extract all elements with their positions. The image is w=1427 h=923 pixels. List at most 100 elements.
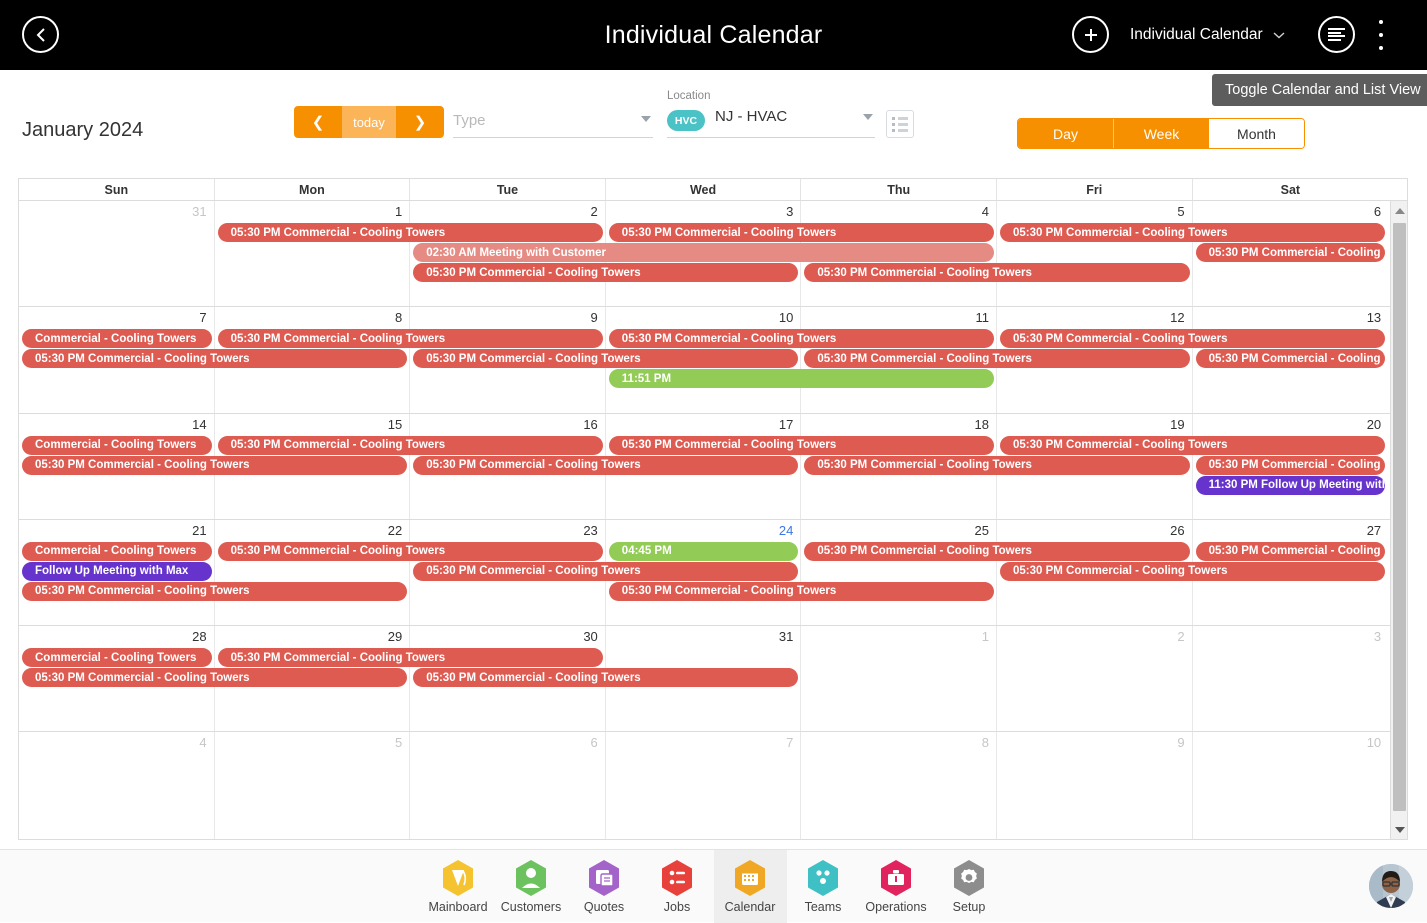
calendar-event[interactable]: 05:30 PM Commercial - Cooling Towers xyxy=(1195,243,1386,262)
calendar-event[interactable]: 05:30 PM Commercial - Cooling Towers xyxy=(22,455,408,475)
day-number: 13 xyxy=(1366,310,1382,326)
teams-icon xyxy=(806,859,840,897)
date-navigation-group: ❮ today ❯ xyxy=(294,106,444,138)
plus-icon xyxy=(1084,28,1097,41)
scrollbar-thumb[interactable] xyxy=(1393,223,1406,811)
calendar-event[interactable]: 05:30 PM Commercial - Cooling Towers xyxy=(608,581,994,601)
next-period-button[interactable]: ❯ xyxy=(396,106,444,138)
scroll-up-arrow[interactable] xyxy=(1391,201,1407,221)
nav-item-customers[interactable]: Customers xyxy=(495,850,568,923)
prev-period-button[interactable]: ❮ xyxy=(294,106,342,138)
mainboard-icon xyxy=(441,859,475,897)
calendar-event[interactable]: 05:30 PM Commercial - Cooling Towers xyxy=(217,541,603,561)
nav-item-jobs[interactable]: Jobs xyxy=(641,850,714,923)
nav-item-calendar[interactable]: Calendar xyxy=(713,849,787,923)
add-event-button[interactable] xyxy=(1072,16,1109,53)
calendar-event[interactable]: 05:30 PM Commercial - Cooling Towers xyxy=(804,541,1190,561)
calendar-event[interactable]: 05:30 PM Commercial - Cooling Towers xyxy=(413,561,799,581)
calendar-event[interactable]: 05:30 PM Commercial - Cooling Towers xyxy=(217,648,603,668)
calendar-event[interactable]: 05:30 PM Commercial - Cooling Towers xyxy=(413,263,799,282)
calendar-event[interactable]: 02:30 AM Meeting with Customer xyxy=(413,243,994,262)
day-number: 3 xyxy=(1373,629,1382,645)
nav-item-quotes[interactable]: Quotes xyxy=(568,850,641,923)
calendar-event[interactable]: 05:30 PM Commercial - Cooling Towers xyxy=(1195,455,1386,475)
day-number: 31 xyxy=(192,204,207,219)
day-number: 10 xyxy=(1366,735,1382,751)
day-number: 11 xyxy=(975,310,989,326)
day-number: 1 xyxy=(394,204,403,219)
calendar-event[interactable]: 05:30 PM Commercial - Cooling Towers xyxy=(608,329,994,349)
calendar-event[interactable]: Commercial - Cooling Towers xyxy=(22,648,212,668)
back-button[interactable] xyxy=(22,16,59,53)
calendar-selector[interactable]: Individual Calendar xyxy=(1130,23,1285,47)
view-month-button[interactable]: Month xyxy=(1209,119,1304,148)
type-filter[interactable]: Type xyxy=(453,108,653,138)
calendar-event[interactable]: 05:30 PM Commercial - Cooling Towers xyxy=(413,349,799,369)
day-number: 26 xyxy=(1170,522,1185,538)
nav-item-operations[interactable]: Operations xyxy=(860,850,933,923)
calendar-event[interactable]: 05:30 PM Commercial - Cooling Towers xyxy=(1000,561,1386,581)
weekday-header-tue: Tue xyxy=(410,179,606,200)
day-number: 5 xyxy=(394,735,403,751)
calendar-event[interactable]: Commercial - Cooling Towers xyxy=(22,435,212,455)
calendar-scrollbar[interactable] xyxy=(1390,201,1407,839)
nav-item-mainboard[interactable]: Mainboard xyxy=(422,850,495,923)
weekday-header-row: Sun Mon Tue Wed Thu Fri Sat xyxy=(19,179,1407,201)
calendar-event[interactable]: 05:30 PM Commercial - Cooling Towers xyxy=(22,668,408,688)
calendar-event[interactable]: 05:30 PM Commercial - Cooling Towers xyxy=(804,349,1190,369)
day-number: 27 xyxy=(1366,522,1382,538)
calendar-event[interactable]: Commercial - Cooling Towers xyxy=(22,329,212,349)
calendar-event[interactable]: 05:30 PM Commercial - Cooling Towers xyxy=(413,455,799,475)
chevron-down-icon xyxy=(863,114,873,120)
day-number: 23 xyxy=(583,522,598,538)
hamburger-icon xyxy=(1328,27,1345,43)
nav-item-setup[interactable]: Setup xyxy=(933,850,1006,923)
calendar-event[interactable]: 05:30 PM Commercial - Cooling Towers xyxy=(22,349,408,369)
calendar-event[interactable]: 05:30 PM Commercial - Cooling Towers xyxy=(804,455,1190,475)
event-layer: Commercial - Cooling Towers 05:30 PM Comm… xyxy=(19,541,1407,626)
calendar-event[interactable]: 05:30 PM Commercial - Cooling Towers xyxy=(217,223,603,242)
calendar-event[interactable]: 05:30 PM Commercial - Cooling Towers xyxy=(22,581,408,601)
calendar-event[interactable]: Follow Up Meeting with Max xyxy=(22,561,212,581)
calendar-event[interactable]: 05:30 PM Commercial - Cooling Towers xyxy=(1195,349,1386,369)
calendar-event[interactable]: 04:45 PM xyxy=(608,541,799,561)
calendar-event[interactable]: Commercial - Cooling Towers xyxy=(22,541,212,561)
calendar-event[interactable]: 05:30 PM Commercial - Cooling Towers xyxy=(413,668,799,688)
day-number: 21 xyxy=(192,522,207,538)
view-day-button[interactable]: Day xyxy=(1018,119,1113,148)
calendar-event[interactable]: 05:30 PM Commercial - Cooling Towers xyxy=(608,223,994,242)
calendar-event[interactable]: 05:30 PM Commercial - Cooling Towers xyxy=(1195,541,1386,561)
calendar-event[interactable]: 05:30 PM Commercial - Cooling Towers xyxy=(1000,329,1386,349)
toggle-list-view-button[interactable] xyxy=(886,110,914,138)
day-number: 30 xyxy=(583,629,598,645)
calendar-event[interactable]: 11:30 PM Follow Up Meeting with xyxy=(1195,475,1386,495)
calendar-event[interactable]: 05:30 PM Commercial - Cooling Towers xyxy=(217,435,603,455)
nav-item-label: Operations xyxy=(865,899,927,914)
app-header: Individual Calendar Individual Calendar xyxy=(0,0,1427,70)
nav-item-label: Quotes xyxy=(583,899,625,914)
nav-item-label: Jobs xyxy=(663,899,691,914)
calendar-week-row: 4 5 6 7 8 9 10 xyxy=(19,732,1407,839)
menu-button[interactable] xyxy=(1318,16,1355,53)
day-number: 3 xyxy=(786,204,794,219)
weekday-header-sun: Sun xyxy=(19,179,215,200)
calendar-event[interactable]: 05:30 PM Commercial - Cooling Towers xyxy=(1000,223,1386,242)
calendar-event[interactable]: 05:30 PM Commercial - Cooling Towers xyxy=(1000,435,1386,455)
calendar-event[interactable]: 05:30 PM Commercial - Cooling Towers xyxy=(608,435,994,455)
calendar-grid: Sun Mon Tue Wed Thu Fri Sat 31 1 2 3 4 5 6 05:30 PM C… xyxy=(18,178,1408,840)
day-number: 6 xyxy=(1373,204,1382,219)
scroll-down-arrow[interactable] xyxy=(1391,820,1407,839)
calendar-event[interactable]: 05:30 PM Commercial - Cooling Towers xyxy=(804,263,1190,282)
view-week-button[interactable]: Week xyxy=(1113,119,1209,148)
nav-item-teams[interactable]: Teams xyxy=(787,850,860,923)
field-underline xyxy=(453,137,653,138)
overflow-menu-button[interactable] xyxy=(1371,18,1391,52)
location-filter[interactable]: HVC NJ - HVAC xyxy=(667,106,875,138)
day-number: 14 xyxy=(192,416,207,432)
today-button[interactable]: today xyxy=(342,106,396,138)
calendar-event[interactable]: 05:30 PM Commercial - Cooling Towers xyxy=(217,329,603,349)
user-avatar[interactable] xyxy=(1369,864,1413,908)
calendar-event[interactable]: 11:51 PM xyxy=(608,369,994,389)
day-number: 25 xyxy=(974,522,989,538)
event-layer: 05:30 PM Commercial - Cooling Towers 05:3… xyxy=(19,223,1407,307)
